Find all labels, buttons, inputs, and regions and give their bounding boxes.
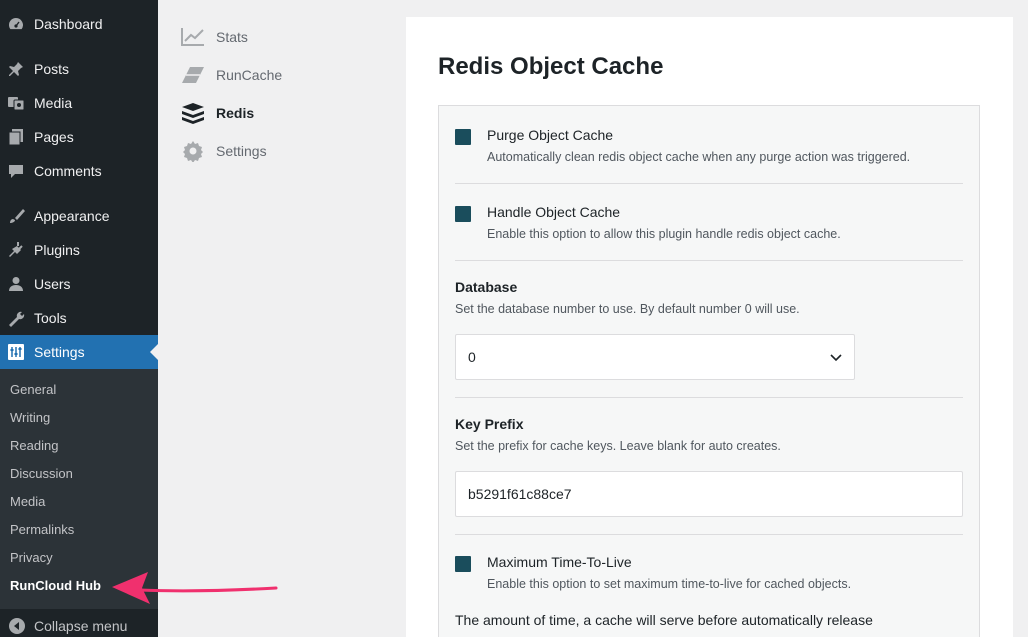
plugin-nav-redis[interactable]: Redis <box>180 101 254 125</box>
menu-label: Appearance <box>34 208 110 224</box>
menu-item-posts[interactable]: Posts <box>0 52 158 86</box>
max-ttl-option: Maximum Time-To-Live Enable this option … <box>455 554 963 594</box>
page-title: Redis Object Cache <box>438 53 664 80</box>
select-value: 0 <box>468 349 476 365</box>
handle-object-cache-checkbox[interactable] <box>455 206 471 222</box>
handle-object-cache-option: Handle Object Cache Enable this option t… <box>455 204 963 244</box>
divider <box>455 183 963 184</box>
checkbox-label: Handle Object Cache <box>487 204 621 220</box>
redis-settings-box: Purge Object Cache Automatically clean r… <box>438 105 980 637</box>
plugin-nav-label: Redis <box>216 105 255 121</box>
purge-object-cache-option: Purge Object Cache Automatically clean r… <box>455 127 963 167</box>
menu-item-pages[interactable]: Pages <box>0 120 158 154</box>
pin-icon <box>6 59 26 79</box>
ttl-note: The amount of time, a cache will serve b… <box>455 612 873 628</box>
submenu-privacy[interactable]: Privacy <box>10 548 53 568</box>
menu-label: Plugins <box>34 242 80 258</box>
chevron-down-icon <box>830 349 842 365</box>
plug-icon <box>6 240 26 260</box>
checkbox-description: Enable this option to allow this plugin … <box>487 227 841 241</box>
checkbox-description: Enable this option to set maximum time-t… <box>487 577 852 591</box>
plugin-nav-label: RunCache <box>216 67 283 83</box>
field-description: Set the database number to use. By defau… <box>455 302 800 316</box>
database-field: Database Set the database number to use.… <box>455 279 963 391</box>
menu-label: Tools <box>34 310 67 326</box>
purge-object-cache-checkbox[interactable] <box>455 129 471 145</box>
comment-icon <box>6 161 26 181</box>
divider <box>455 534 963 535</box>
menu-item-dashboard[interactable]: Dashboard <box>0 7 158 41</box>
menu-label: Comments <box>34 163 102 179</box>
submenu-writing[interactable]: Writing <box>10 408 50 428</box>
menu-item-tools[interactable]: Tools <box>0 301 158 335</box>
checkbox-description: Automatically clean redis object cache w… <box>487 150 911 164</box>
redis-stack-icon <box>180 102 206 124</box>
menu-label: Dashboard <box>34 16 103 32</box>
eraser-icon <box>180 64 206 86</box>
divider <box>455 260 963 261</box>
key-prefix-input[interactable] <box>455 471 963 517</box>
wrench-icon <box>6 308 26 328</box>
menu-label: Media <box>34 95 73 111</box>
submenu-discussion[interactable]: Discussion <box>10 464 73 484</box>
max-ttl-checkbox[interactable] <box>455 556 471 572</box>
annotation-arrow <box>100 566 280 615</box>
chart-line-icon <box>180 26 206 48</box>
plugin-nav-runcache[interactable]: RunCache <box>180 63 282 87</box>
pages-icon <box>6 127 26 147</box>
field-description: Set the prefix for cache keys. Leave bla… <box>455 439 781 453</box>
collapse-label: Collapse menu <box>34 617 128 634</box>
gear-icon <box>180 140 206 162</box>
menu-item-plugins[interactable]: Plugins <box>0 233 158 267</box>
submenu-runcloud-hub[interactable]: RunCloud Hub <box>10 576 101 596</box>
plugin-nav: Stats RunCache Redis Settings <box>158 0 382 637</box>
admin-sidebar: Dashboard Posts Media Pages Comments App… <box>0 0 158 637</box>
menu-item-comments[interactable]: Comments <box>0 154 158 188</box>
menu-item-settings[interactable]: Settings <box>0 335 158 369</box>
divider <box>455 397 963 398</box>
checkbox-label: Purge Object Cache <box>487 127 614 143</box>
plugin-nav-label: Settings <box>216 143 267 159</box>
menu-label: Users <box>34 276 71 292</box>
plugin-nav-label: Stats <box>216 29 248 45</box>
plugin-nav-settings[interactable]: Settings <box>180 139 267 163</box>
submenu-permalinks[interactable]: Permalinks <box>10 520 74 540</box>
menu-label: Pages <box>34 129 74 145</box>
menu-item-appearance[interactable]: Appearance <box>0 199 158 233</box>
menu-item-users[interactable]: Users <box>0 267 158 301</box>
user-icon <box>6 274 26 294</box>
submenu-general[interactable]: General <box>10 380 56 400</box>
media-icon <box>6 93 26 113</box>
brush-icon <box>6 206 26 226</box>
dashboard-icon <box>6 14 26 34</box>
plugin-nav-stats[interactable]: Stats <box>180 25 248 49</box>
menu-label: Posts <box>34 61 70 77</box>
collapse-menu-button[interactable]: Collapse menu <box>0 614 158 637</box>
database-select[interactable]: 0 <box>455 334 855 380</box>
collapse-icon <box>8 617 26 635</box>
main-panel: Redis Object Cache Purge Object Cache Au… <box>406 17 1013 637</box>
key-prefix-field: Key Prefix Set the prefix for cache keys… <box>455 416 963 528</box>
field-label: Key Prefix <box>455 416 524 432</box>
menu-item-media[interactable]: Media <box>0 86 158 120</box>
field-label: Database <box>455 279 518 295</box>
menu-label: Settings <box>34 344 85 360</box>
checkbox-label: Maximum Time-To-Live <box>487 554 632 570</box>
submenu-media[interactable]: Media <box>10 492 45 512</box>
settings-sliders-icon <box>6 342 26 362</box>
submenu-reading[interactable]: Reading <box>10 436 58 456</box>
ttl-note-row: The amount of time, a cache will serve b… <box>455 612 963 632</box>
